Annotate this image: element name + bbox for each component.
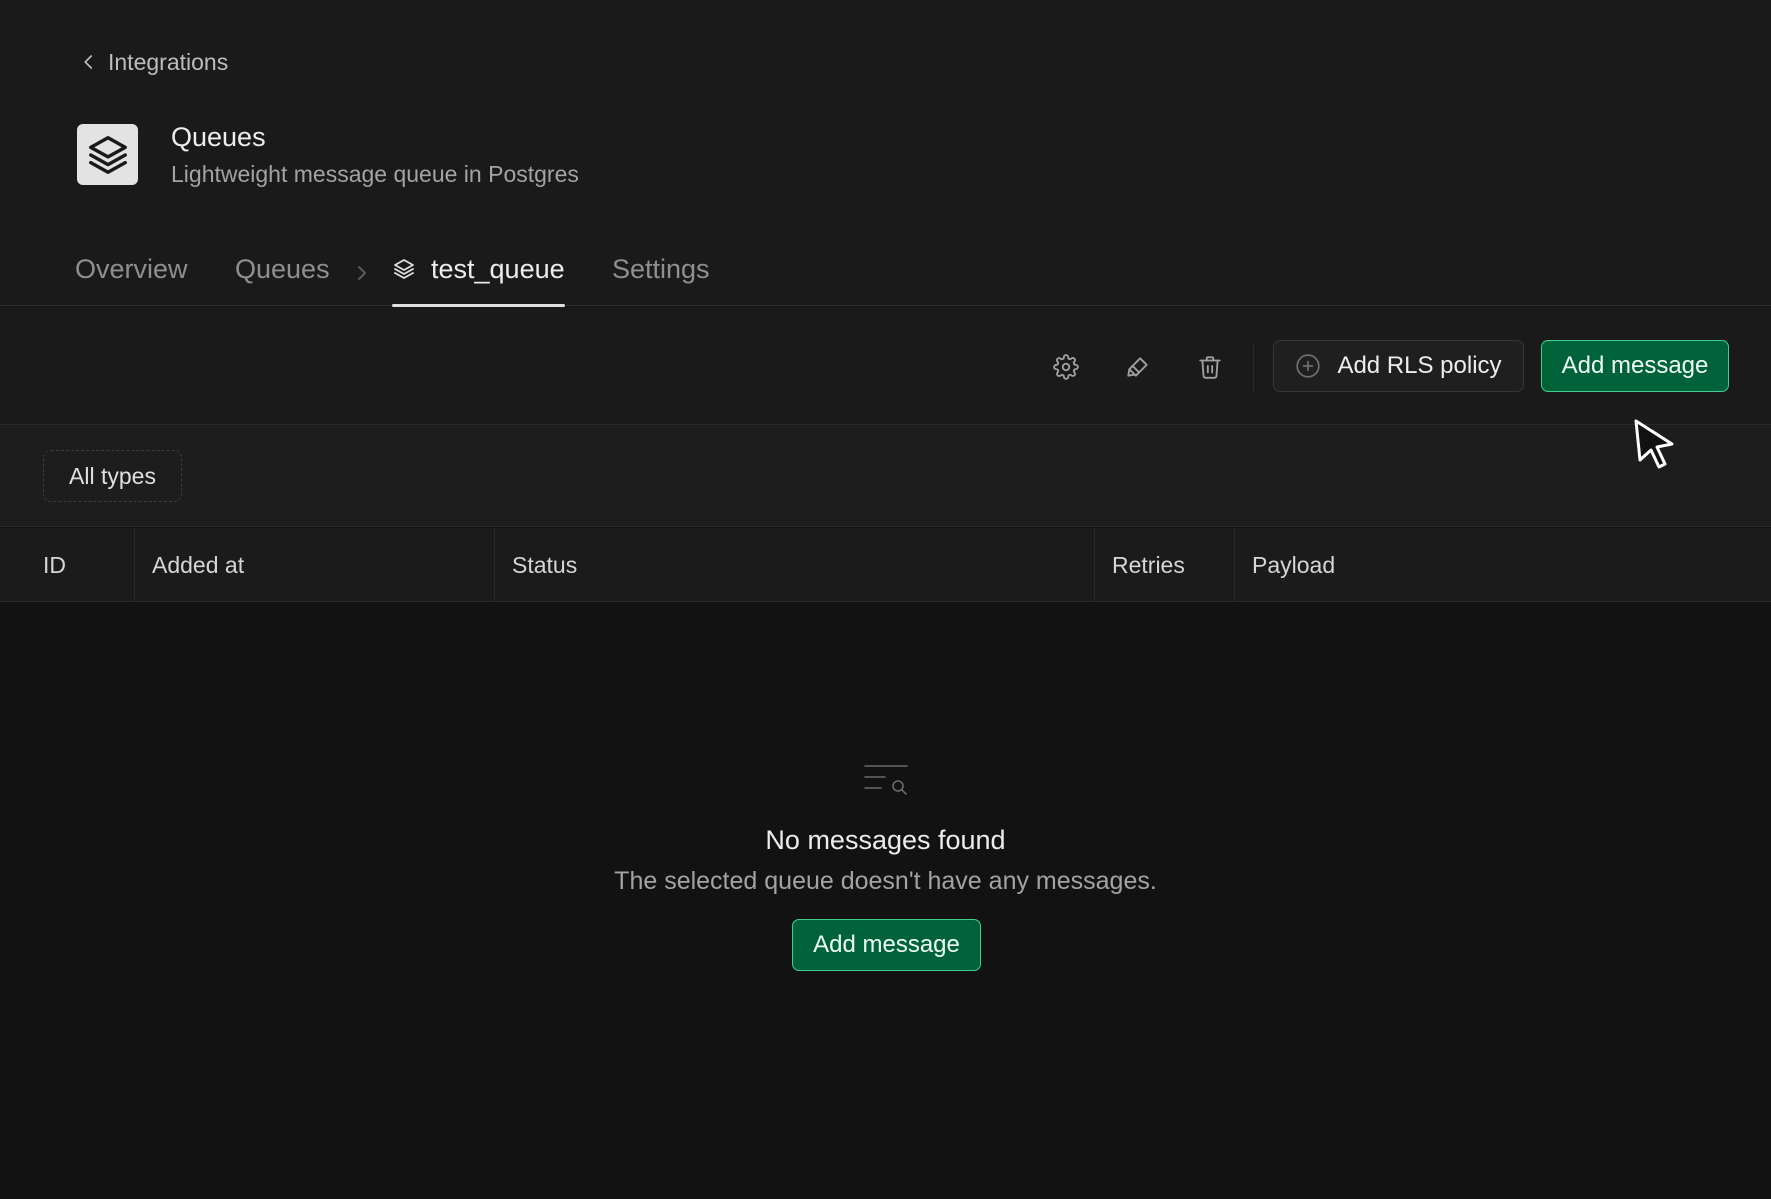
tab-label: Settings (612, 254, 710, 284)
type-filter-label: All types (69, 462, 156, 489)
queue-toolbar: Add RLS policy Add message (0, 307, 1771, 425)
chevron-left-icon (84, 55, 93, 69)
settings-icon (1053, 354, 1079, 380)
layers-icon (394, 259, 414, 279)
settings-button[interactable] (1046, 347, 1086, 387)
layers-icon (88, 135, 127, 174)
tab-bar: Overview Queues test_queue Settings (0, 246, 1771, 307)
tab-label: Queues (235, 254, 330, 284)
filter-bar: All types (0, 425, 1771, 527)
queue-page: Integrations Queues Lightweight message … (0, 0, 1771, 1199)
column-divider[interactable] (1094, 528, 1095, 602)
tab-label: Overview (75, 254, 188, 284)
column-divider[interactable] (494, 528, 495, 602)
tab-test-queue[interactable]: test_queue (392, 246, 565, 307)
add-rls-policy-label: Add RLS policy (1337, 352, 1502, 379)
column-header-id[interactable]: ID (43, 528, 66, 602)
column-header-payload[interactable]: Payload (1252, 528, 1335, 602)
tab-settings[interactable]: Settings (612, 246, 710, 306)
toolbar-divider (1253, 343, 1254, 393)
back-link-label: Integrations (108, 48, 229, 75)
messages-table-header: ID Added at Status Retries Payload (0, 528, 1771, 602)
plus-circle-icon (1296, 354, 1321, 378)
add-message-button[interactable]: Add message (1541, 340, 1729, 392)
mouse-cursor-icon (1634, 419, 1674, 469)
tab-queues[interactable]: Queues (235, 246, 330, 306)
empty-add-message-button[interactable]: Add message (792, 919, 981, 971)
tab-overview[interactable]: Overview (75, 246, 188, 306)
empty-state-title: No messages found (765, 825, 1006, 855)
purge-button[interactable] (1118, 347, 1158, 387)
type-filter-button[interactable]: All types (43, 450, 182, 502)
paint-brush-icon (1127, 357, 1148, 377)
app-title: Queues (171, 122, 266, 152)
chevron-right-icon (358, 266, 366, 280)
delete-button[interactable] (1190, 347, 1230, 387)
trash-icon (1199, 356, 1221, 379)
column-header-status[interactable]: Status (512, 528, 577, 602)
empty-state-description: The selected queue doesn't have any mess… (614, 867, 1157, 895)
add-rls-policy-button[interactable]: Add RLS policy (1273, 340, 1524, 392)
queues-logo (77, 124, 138, 185)
empty-state: No messages found The selected queue doe… (0, 603, 1771, 1199)
empty-add-message-label: Add message (813, 931, 960, 958)
column-divider[interactable] (134, 528, 135, 602)
search-list-icon (864, 765, 908, 795)
page-header: Integrations Queues Lightweight message … (0, 0, 1771, 307)
tab-label: test_queue (431, 254, 565, 284)
column-header-retries[interactable]: Retries (1112, 528, 1185, 602)
back-link[interactable]: Integrations (80, 46, 228, 78)
app-subtitle: Lightweight message queue in Postgres (171, 161, 579, 187)
add-message-label: Add message (1561, 352, 1709, 379)
column-header-added-at[interactable]: Added at (152, 528, 244, 602)
column-divider[interactable] (1234, 528, 1235, 602)
